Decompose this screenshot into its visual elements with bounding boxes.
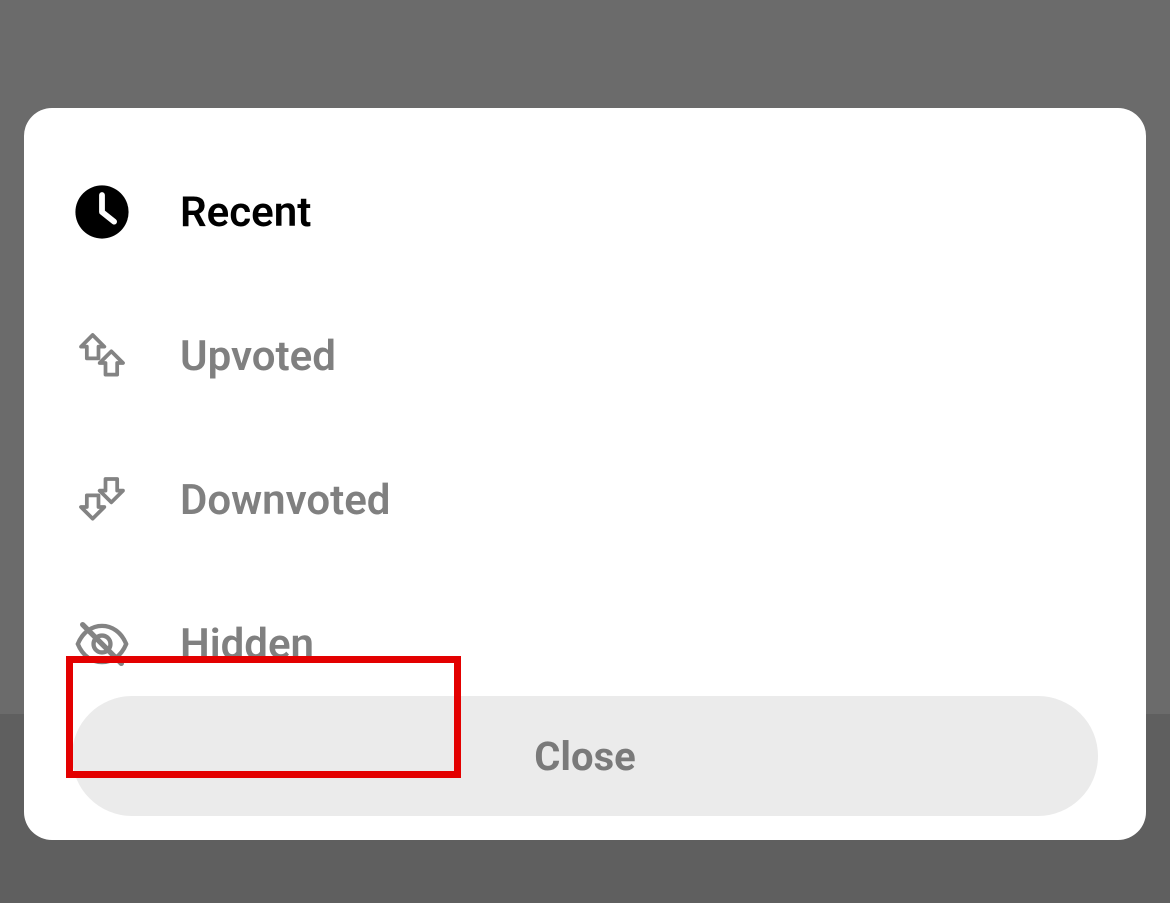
eye-off-icon xyxy=(72,614,132,674)
menu-item-hidden[interactable]: Hidden xyxy=(24,572,1146,716)
menu-item-downvoted[interactable]: Downvoted xyxy=(24,428,1146,572)
menu-item-recent[interactable]: Recent xyxy=(24,140,1146,284)
upvote-icon xyxy=(72,326,132,386)
menu-item-upvoted[interactable]: Upvoted xyxy=(24,284,1146,428)
clock-icon xyxy=(72,182,132,242)
menu-list: Recent Upvoted Downvoted xyxy=(24,108,1146,716)
bottom-sheet: Recent Upvoted Downvoted xyxy=(24,108,1146,840)
menu-item-label: Upvoted xyxy=(180,332,336,381)
menu-item-label: Downvoted xyxy=(180,476,390,525)
downvote-icon xyxy=(72,470,132,530)
menu-item-label: Hidden xyxy=(180,620,314,669)
menu-item-label: Recent xyxy=(180,188,311,237)
close-button[interactable]: Close xyxy=(72,696,1098,816)
